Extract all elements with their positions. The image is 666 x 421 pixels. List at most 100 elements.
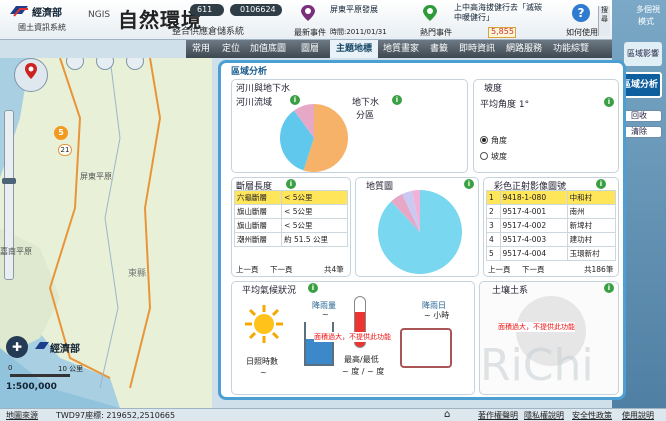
weather-section: 平均氣候狀況 i 日照時數 ~ 降雨量 ~ 最高/最低 ~ 度 / ~ 度 降雨…: [231, 281, 475, 395]
latest-event-pin-icon[interactable]: [300, 4, 316, 22]
menu-theme-landmark[interactable]: 主題地標: [330, 40, 378, 58]
table-cell: 9517-4-004: [499, 246, 568, 261]
table-cell: 南州: [566, 204, 617, 219]
soil-title: 土壤土系: [492, 286, 529, 296]
right-top-label-2[interactable]: 模式: [638, 16, 654, 27]
table-row[interactable]: 旗山斷層 < 5公里: [233, 218, 348, 233]
groundwater-pie: [380, 92, 458, 170]
table-row[interactable]: 4 9517-4-003 建功村: [486, 232, 617, 247]
fault-prev-link[interactable]: 上一頁: [236, 264, 259, 275]
menu-web-services[interactable]: 網路服務: [500, 40, 548, 58]
security-link[interactable]: 安全性政策: [572, 410, 612, 421]
table-cell: 9517-4-003: [499, 232, 568, 247]
fault-next-link[interactable]: 下一頁: [270, 264, 293, 275]
copyright-link[interactable]: 著作權聲明: [478, 410, 518, 421]
table-cell: 潮州斷層: [233, 232, 283, 247]
temp-label: 最高/最低: [344, 355, 379, 364]
right-top-label-1[interactable]: 多個視: [636, 4, 660, 15]
map-moea-logo-icon: [34, 340, 50, 352]
map-label-pingtung-plain: 屏東平原: [80, 172, 112, 181]
table-cell: 9418-1-080: [499, 190, 568, 205]
howto-side-tab[interactable]: 搜尋: [598, 6, 610, 36]
howto-label[interactable]: 如何使用: [566, 27, 598, 38]
coordinate-readout: TWD97座標: 219652,2510665: [56, 411, 176, 420]
sun-value: ~: [260, 368, 267, 377]
locate-pin-icon[interactable]: [24, 62, 38, 80]
slope-angle-radio[interactable]: [480, 136, 488, 144]
menu-realtime[interactable]: 即時資訊: [454, 40, 500, 58]
calendar-icon: [400, 328, 452, 368]
map-source-link[interactable]: 地圖來源: [6, 410, 38, 421]
river-basin-pie: [280, 104, 348, 172]
table-cell: 2: [486, 204, 501, 219]
latest-event-time: 時間:2011/01/31: [330, 28, 387, 36]
table-row[interactable]: 六龜斷層 < 5公里: [233, 190, 348, 205]
menu-common[interactable]: 常用: [186, 40, 216, 58]
table-cell: < 5公里: [281, 218, 348, 233]
menu-layers[interactable]: 圖層: [290, 40, 330, 58]
table-cell: 3: [486, 218, 501, 233]
map-canvas: [0, 58, 212, 408]
menu-geo-painter[interactable]: 地質畫家: [378, 40, 424, 58]
fault-info-icon[interactable]: i: [286, 179, 296, 189]
weather-info-icon[interactable]: i: [308, 283, 318, 293]
river-section-title: 河川與地下水: [236, 84, 291, 94]
rain-beaker-icon: [304, 322, 334, 366]
help-icon[interactable]: ?: [572, 4, 590, 22]
watermark-text: RiChi: [480, 340, 594, 391]
home-icon[interactable]: ⌂: [444, 409, 450, 420]
table-cell: 9517-4-001: [499, 204, 568, 219]
soil-section: 土壤土系 i 面積過大，不提供此功能 RiChi: [479, 281, 619, 395]
latest-event-link[interactable]: 屏東平原發展: [330, 4, 378, 15]
soil-info-icon[interactable]: i: [604, 283, 614, 293]
route-shield-icon: 21: [58, 144, 72, 156]
geology-section: 地質圖 i: [355, 177, 479, 277]
groundwater-sublabel: 分區: [356, 111, 375, 121]
map-view[interactable]: 5 21 屏東平原 東縣 嘉南平原 ✚ 經濟部 0 10 公里 1:500,00…: [0, 58, 212, 408]
table-cell: 新埤村: [566, 218, 617, 233]
img-prev-link[interactable]: 上一頁: [488, 264, 511, 275]
orthoimage-info-icon[interactable]: i: [596, 179, 606, 189]
river-basin-label: 河川流域: [236, 98, 273, 108]
orthoimage-table: 1 9418-1-080 中和村 2 9517-4-001 南州 3 9517-4-002 新埤…: [486, 190, 617, 261]
org-subtitle: 國土資訊系統: [18, 23, 66, 32]
map-logo-text: 經濟部: [50, 344, 80, 355]
map-label-county: 東縣: [128, 269, 147, 279]
menu-overview[interactable]: 功能綜覽: [548, 40, 594, 58]
table-cell: 旗山斷層: [233, 218, 283, 233]
app-subtitle: 整合供應倉儲系統: [172, 27, 245, 37]
geology-pie: [378, 190, 462, 274]
table-cell: 玉環新村: [566, 246, 617, 261]
table-cell: 六龜斷層: [233, 190, 283, 205]
privacy-link[interactable]: 隱私權說明: [524, 410, 564, 421]
menu-basemap[interactable]: 加值底圖: [246, 40, 290, 58]
zoom-in-button[interactable]: ✚: [6, 336, 28, 358]
slope-grade-radio[interactable]: [480, 152, 488, 160]
table-row[interactable]: 1 9418-1-080 中和村: [486, 190, 617, 205]
table-row[interactable]: 潮州斷層約 51.5 公里: [233, 232, 348, 247]
img-next-link[interactable]: 下一頁: [522, 264, 545, 275]
table-row[interactable]: 5 9517-4-004 玉環新村: [486, 246, 617, 261]
hot-event-pin-icon[interactable]: [422, 4, 438, 22]
table-row[interactable]: 3 9517-4-002 新埤村: [486, 218, 617, 233]
table-cell: < 5公里: [281, 190, 348, 205]
table-row[interactable]: 2 9517-4-001 南州: [486, 204, 617, 219]
geology-info-icon[interactable]: i: [464, 179, 474, 189]
rain-days-value: ~ 小時: [424, 311, 450, 320]
slope-info-icon[interactable]: i: [604, 97, 614, 107]
rain-value: ~: [322, 310, 329, 319]
scale-ten: 10 公里: [58, 365, 84, 373]
orthoimage-section: 彩色正射影像圖號 i 1 9418-1-080 中和村 2 9517-4-001 南州 3 9…: [483, 177, 619, 277]
scale-bar: [10, 374, 70, 377]
scale-ratio: 1:500,000: [6, 382, 57, 392]
hot-event-link[interactable]: 上中高海拔健行去「滅碳中暖健行」: [454, 3, 546, 23]
usage-link[interactable]: 使用說明: [622, 410, 654, 421]
menu-bookmarks[interactable]: 書籤: [424, 40, 454, 58]
counter-left-value: 611: [197, 5, 213, 14]
table-cell: 中和村: [566, 190, 617, 205]
zoom-thumb[interactable]: [2, 178, 16, 184]
table-row[interactable]: 旗山斷層 < 5公里: [233, 204, 348, 219]
table-cell: 9517-4-002: [499, 218, 568, 233]
menu-locate[interactable]: 定位: [216, 40, 246, 58]
side-tab-impact[interactable]: 區域影響: [624, 42, 662, 66]
